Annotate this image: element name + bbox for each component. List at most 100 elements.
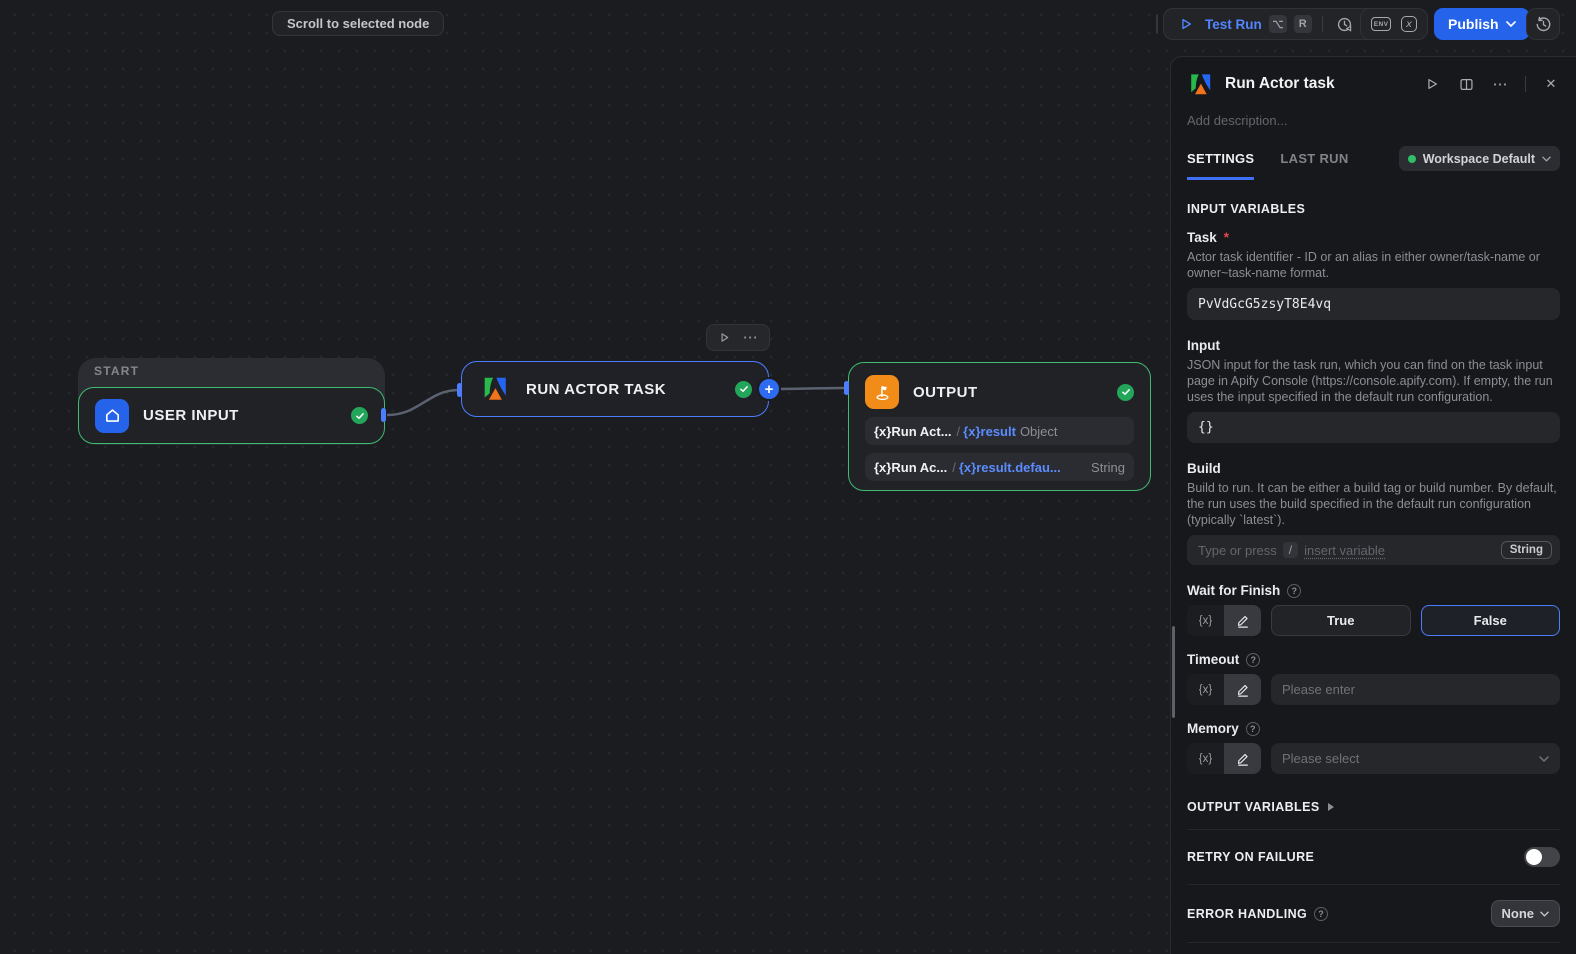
node-user-input[interactable]: USER INPUT <box>78 387 385 444</box>
path-separator: / <box>952 459 956 475</box>
node-run-actor-task[interactable]: RUN ACTOR TASK <box>461 361 769 417</box>
more-options-icon[interactable]: ⋯ <box>743 330 758 345</box>
fx-toggle-button[interactable]: {x} <box>1187 674 1224 705</box>
play-icon[interactable] <box>1174 12 1198 36</box>
variable-type: Object <box>1019 423 1058 439</box>
port-run-in[interactable] <box>457 383 462 397</box>
workspace-label: Workspace Default <box>1422 151 1535 166</box>
scroll-to-node-tooltip[interactable]: Scroll to selected node <box>272 11 445 36</box>
version-history-button[interactable] <box>1526 8 1560 40</box>
history-icon <box>1531 12 1555 36</box>
node-settings-panel: Run Actor task ⋯ ✕ Add description... SE… <box>1170 56 1576 954</box>
build-input[interactable]: Type or press / insert variable String <box>1187 535 1560 565</box>
false-option-button[interactable]: False <box>1420 605 1560 636</box>
node-title: RUN ACTOR TASK <box>526 380 667 398</box>
divider <box>1321 16 1323 32</box>
chevron-down-icon <box>1505 21 1516 27</box>
source-node-name: Run Act... <box>891 423 952 439</box>
publish-button[interactable]: Publish <box>1434 8 1530 40</box>
output-variable-row[interactable]: {x} Run Act... / {x} result Object <box>865 417 1134 445</box>
timeout-input[interactable]: Please enter <box>1271 674 1560 705</box>
placeholder-text: Type or press <box>1198 542 1277 558</box>
error-handling-select[interactable]: None <box>1490 900 1560 927</box>
input-variables-heading: INPUT VARIABLES <box>1187 202 1306 216</box>
variable-name: result <box>980 423 1016 439</box>
start-group[interactable]: START USER INPUT <box>78 358 385 445</box>
memory-label: Memory <box>1187 721 1239 736</box>
split-view-icon[interactable] <box>1457 75 1475 93</box>
edge-userinput-run <box>386 388 460 417</box>
memory-select[interactable]: Please select <box>1271 743 1560 774</box>
true-option-button[interactable]: True <box>1271 605 1411 636</box>
insert-variable-link[interactable]: insert variable <box>1304 543 1385 558</box>
start-group-label: START <box>94 364 140 378</box>
help-icon[interactable]: ? <box>1287 583 1302 598</box>
env-variables-icon[interactable]: ENV <box>1370 17 1392 31</box>
workspace-selector[interactable]: Workspace Default <box>1398 146 1560 171</box>
task-input[interactable]: PvVdGcG5zsyT8E4vq <box>1187 288 1560 320</box>
node-output[interactable]: OUTPUT {x} Run Act... / {x} result Object {x}… <box>848 362 1151 491</box>
source-node-name: Run Ac... <box>891 459 948 475</box>
json-input[interactable]: {} <box>1187 412 1560 443</box>
add-node-button[interactable]: + <box>757 377 781 401</box>
success-check-icon <box>351 407 368 424</box>
toggle-knob <box>1526 849 1542 865</box>
variable-type: String <box>1091 459 1125 475</box>
play-icon[interactable] <box>1423 75 1441 93</box>
divider <box>1187 942 1560 943</box>
error-handling-heading: ERROR HANDLING <box>1187 906 1308 921</box>
plus-icon: + <box>764 380 774 398</box>
apify-logo-icon <box>478 372 512 406</box>
help-icon[interactable]: ? <box>1245 721 1260 736</box>
close-icon[interactable]: ✕ <box>1542 75 1560 93</box>
chevron-down-icon <box>1542 156 1551 162</box>
timeout-label: Timeout <box>1187 652 1240 667</box>
chevron-down-icon <box>1540 911 1549 917</box>
retry-toggle[interactable] <box>1524 847 1560 867</box>
chevron-down-icon <box>1539 755 1549 762</box>
option-key-icon <box>1268 15 1287 33</box>
tooltip-label: Scroll to selected node <box>287 16 430 31</box>
r-key-badge: R <box>1293 15 1312 33</box>
variable-name: result.defau... <box>976 459 1061 475</box>
tab-last-run[interactable]: LAST RUN <box>1280 151 1348 180</box>
run-history-icon[interactable] <box>1333 12 1357 36</box>
tab-settings[interactable]: SETTINGS <box>1187 151 1255 180</box>
test-run-button[interactable]: Test Run <box>1205 17 1262 32</box>
success-check-icon <box>1117 383 1134 401</box>
caret-right-icon <box>1327 803 1334 811</box>
edit-mode-icon[interactable] <box>1224 605 1261 636</box>
panel-scrollbar[interactable] <box>1172 626 1175 718</box>
port-output-in[interactable] <box>844 381 849 395</box>
output-variable-row[interactable]: {x} Run Ac... / {x} result.defau... String <box>865 453 1134 481</box>
topbar-separator <box>1156 14 1158 34</box>
description-placeholder[interactable]: Add description... <box>1187 113 1560 128</box>
required-mark: * <box>1223 230 1230 245</box>
help-icon[interactable]: ? <box>1314 906 1329 921</box>
task-label: Task <box>1187 230 1217 245</box>
more-options-icon[interactable]: ⋯ <box>1491 75 1509 93</box>
node-title: OUTPUT <box>913 383 978 401</box>
fx-icon: {x} <box>874 423 892 439</box>
slash-key-icon: / <box>1282 542 1299 558</box>
fx-toggle-button[interactable]: {x} <box>1187 605 1224 636</box>
build-label: Build <box>1187 461 1221 476</box>
task-description: Actor task identifier - ID or an alias i… <box>1187 250 1540 280</box>
divider <box>1525 76 1526 92</box>
panel-title: Run Actor task <box>1225 75 1335 92</box>
fx-toggle-button[interactable]: {x} <box>1187 743 1224 774</box>
node-toolbar[interactable]: ⋯ <box>706 324 770 351</box>
global-variables-icon[interactable]: x <box>1401 16 1418 32</box>
apify-logo-icon <box>1187 71 1214 98</box>
build-description: Build to run. It can be either a build t… <box>1187 481 1557 527</box>
port-userinput-out[interactable] <box>381 408 386 422</box>
run-node-icon[interactable] <box>718 331 731 344</box>
edge-run-output <box>771 386 847 391</box>
environment-group[interactable]: ENV x <box>1360 8 1428 40</box>
node-title: USER INPUT <box>143 407 239 424</box>
edit-mode-icon[interactable] <box>1224 743 1261 774</box>
flag-icon <box>865 375 899 409</box>
output-variables-toggle[interactable]: OUTPUT VARIABLES <box>1187 800 1560 814</box>
help-icon[interactable]: ? <box>1246 652 1261 667</box>
edit-mode-icon[interactable] <box>1224 674 1261 705</box>
